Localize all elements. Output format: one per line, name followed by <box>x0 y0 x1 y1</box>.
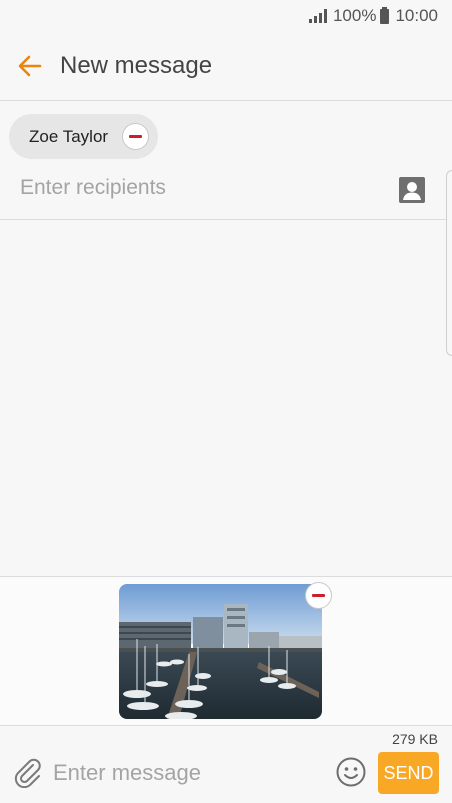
battery-percent: 100% <box>332 6 377 25</box>
harbour-photo <box>119 584 322 719</box>
contact-icon <box>399 177 425 203</box>
recipient-chip-label: Zoe Taylor <box>29 126 109 146</box>
back-button[interactable] <box>0 32 60 100</box>
app-bar: New message <box>0 32 452 100</box>
attachment-image[interactable] <box>119 584 322 719</box>
remove-attachment-button[interactable] <box>305 582 332 609</box>
remove-recipient-button[interactable] <box>122 123 149 150</box>
side-panel-handle[interactable] <box>446 170 452 356</box>
send-button[interactable]: SEND <box>378 752 439 794</box>
recipient-chip[interactable]: Zoe Taylor <box>9 114 158 159</box>
battery-icon <box>380 6 390 24</box>
attachment-area <box>0 577 452 725</box>
status-bar: 100% 10:00 <box>0 0 452 32</box>
clock: 10:00 <box>395 6 438 25</box>
emoji-button[interactable] <box>335 756 367 788</box>
compose-bar: Enter message SEND <box>0 748 452 803</box>
smiley-icon <box>336 757 366 787</box>
divider <box>0 725 452 726</box>
signal-icon <box>308 9 327 23</box>
message-input[interactable]: Enter message <box>53 760 201 786</box>
minus-icon <box>312 594 325 597</box>
page-title: New message <box>60 52 213 79</box>
divider <box>0 219 452 220</box>
back-arrow-icon <box>18 55 42 77</box>
paperclip-icon <box>14 758 41 789</box>
recipient-area: Zoe Taylor Enter recipients <box>0 101 452 219</box>
contacts-button[interactable] <box>398 176 426 204</box>
minus-icon <box>129 135 142 138</box>
recipient-input[interactable]: Enter recipients <box>20 176 166 200</box>
attachment-size: 279 KB <box>392 731 438 747</box>
attach-button[interactable] <box>12 756 44 789</box>
